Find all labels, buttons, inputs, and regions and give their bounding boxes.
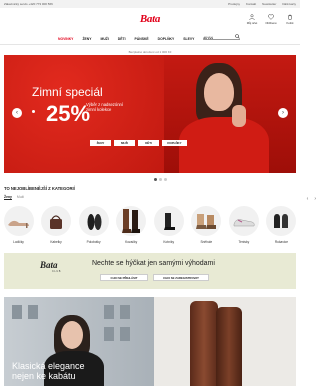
- chevron-left-icon[interactable]: ‹: [307, 196, 309, 202]
- nav-item-slevy[interactable]: SLEVY: [183, 37, 194, 41]
- hero-next-arrow[interactable]: ›: [278, 108, 288, 118]
- categories-heading: TO NEJOBLÍBENĚJŠÍ Z KATEGORIÍ: [4, 186, 75, 191]
- category-label: Rukavice: [274, 240, 288, 244]
- top-utility-bar: Zákaznický servis +420 773 000 566 Prode…: [0, 0, 300, 8]
- sneaker-icon: [228, 206, 259, 236]
- category-arrows: ‹ ›: [307, 196, 316, 202]
- tab-zeny[interactable]: Ženy: [4, 195, 12, 199]
- category-item[interactable]: Polobotky: [77, 206, 110, 244]
- category-item[interactable]: Lodičky: [2, 206, 35, 244]
- wishlist-icon: [268, 14, 274, 20]
- nav-item-zeny[interactable]: ŽENY: [82, 37, 91, 41]
- promo-title-line1: Klasická elegance: [12, 361, 85, 371]
- club-tagline: Nechte se hýčkat jen samými výhodami: [92, 260, 215, 267]
- promo-boot-image: [216, 307, 242, 386]
- bata-logo[interactable]: Bata: [140, 13, 161, 25]
- promo-title: Klasická elegance nejen ke kabátu: [12, 361, 85, 381]
- category-item[interactable]: Sněhule: [190, 206, 223, 244]
- utility-link-contact[interactable]: Kontakt: [246, 2, 256, 6]
- account-icon: [249, 14, 255, 20]
- promo-model-face: [61, 321, 83, 349]
- category-label: Kabelky: [50, 240, 62, 244]
- nav-item-doplnky[interactable]: DOPLŇKY: [158, 37, 175, 41]
- category-item[interactable]: Kotníky: [152, 206, 185, 244]
- utility-link-stores[interactable]: Prodejny: [228, 2, 240, 6]
- chevron-right-icon: ›: [282, 110, 284, 116]
- carousel-dot[interactable]: [158, 178, 162, 181]
- carousel-dot[interactable]: [153, 178, 157, 181]
- utility-link-giftcards[interactable]: Dárk.karty: [282, 2, 296, 6]
- customer-service-text: Zákaznický servis +420 773 000 566: [4, 2, 53, 6]
- handbag-icon: [41, 206, 72, 236]
- hero-button-doplnky[interactable]: DOPLŇKY: [162, 140, 187, 146]
- hero-buttons: ŽENY MUŽI DĚTI DOPLŇKY: [90, 140, 187, 146]
- nav-item-muzi[interactable]: MUŽI: [101, 37, 109, 41]
- carousel-dots: [0, 178, 320, 181]
- account-button[interactable]: Můj účet: [246, 14, 258, 25]
- hero-model-hand: [232, 105, 246, 127]
- hero-discount: 25%: [46, 101, 91, 126]
- snow-boot-icon: [191, 206, 222, 236]
- nav-item-panske[interactable]: PÁNSKÉ: [135, 37, 149, 41]
- nav-item-novinky[interactable]: NOVINKY: [58, 37, 73, 41]
- hero-model-face: [204, 73, 234, 111]
- hero-banner[interactable]: Zimní speciál 25% Výběr z nadsezónní zim…: [4, 55, 296, 173]
- category-label: Kozačky: [125, 240, 138, 244]
- category-item[interactable]: Kabelky: [40, 206, 73, 244]
- hero-description: Výběr z nadsezónní zimní kolekce: [86, 102, 124, 112]
- club-register-button[interactable]: CHCI SE ZAREGISTROVAT: [153, 274, 209, 281]
- ankle-boot-icon: [153, 206, 184, 236]
- hero-model-coat: [179, 117, 269, 173]
- category-label: Kotníky: [163, 240, 175, 244]
- hero-title: Zimní speciál: [32, 85, 103, 99]
- nav-item-deti[interactable]: DĚTI: [118, 37, 126, 41]
- header-icons: Můj účet Oblíbené Košík: [246, 14, 296, 25]
- carousel-dot[interactable]: [163, 178, 167, 181]
- category-tabs: Ženy Muži: [4, 195, 24, 199]
- bata-club-sub: CLUB: [52, 270, 62, 273]
- category-item[interactable]: Kozačky: [115, 206, 148, 244]
- search-input[interactable]: Hledat: [204, 34, 240, 40]
- wishlist-label: Oblíbené: [265, 21, 277, 25]
- main-nav: NOVINKY ŽENY MUŽI DĚTI PÁNSKÉ DOPLŇKY SL…: [0, 34, 300, 43]
- pump-shoe-icon: [3, 206, 34, 236]
- utility-link-newsletter[interactable]: Newsletter: [262, 2, 276, 6]
- category-label: Sněhule: [200, 240, 213, 244]
- gloves-icon: [266, 206, 297, 236]
- promo-boot-image: [190, 301, 218, 386]
- category-label: Polobotky: [86, 240, 101, 244]
- category-label: Tenisky: [238, 240, 250, 244]
- promo-banner[interactable]: Klasická elegance nejen ke kabátu: [4, 297, 296, 386]
- category-item[interactable]: Tenisky: [227, 206, 260, 244]
- cart-icon: [287, 14, 293, 20]
- bata-club-banner: Bata CLUB Nechte se hýčkat jen samými vý…: [4, 253, 296, 289]
- category-item[interactable]: Rukavice: [265, 206, 298, 244]
- loafer-icon: [78, 206, 109, 236]
- wishlist-button[interactable]: Oblíbené: [265, 14, 277, 25]
- search-placeholder: Hledat: [204, 34, 213, 39]
- site-header: Bata Můj účet Oblíbené Košík NOVINKY ŽEN…: [0, 8, 300, 41]
- category-label: Lodičky: [13, 240, 24, 244]
- tab-muzi[interactable]: Muži: [17, 195, 24, 199]
- hero-button-deti[interactable]: DĚTI: [138, 140, 159, 146]
- account-label: Můj účet: [246, 21, 258, 25]
- club-login-button[interactable]: CHCI SE PŘIHLÁSIT: [100, 274, 148, 281]
- hero-button-zeny[interactable]: ŽENY: [90, 140, 111, 146]
- promo-title-line2: nejen ke kabátu: [12, 371, 76, 381]
- category-carousel: Lodičky Kabelky Polobotky Kozačky Kotník…: [2, 206, 298, 244]
- hero-button-muzi[interactable]: MUŽI: [114, 140, 135, 146]
- cart-label: Košík: [286, 21, 294, 25]
- bata-club-logo: Bata: [40, 260, 58, 270]
- utility-links: Prodejny Kontakt Newsletter Dárk.karty: [228, 2, 296, 6]
- chevron-right-icon[interactable]: ›: [314, 196, 316, 202]
- cart-button[interactable]: Košík: [284, 14, 296, 25]
- hero-prev-arrow[interactable]: ‹: [12, 108, 22, 118]
- tall-boot-icon: [116, 206, 147, 236]
- search-icon[interactable]: [235, 34, 240, 39]
- chevron-left-icon: ‹: [16, 110, 18, 116]
